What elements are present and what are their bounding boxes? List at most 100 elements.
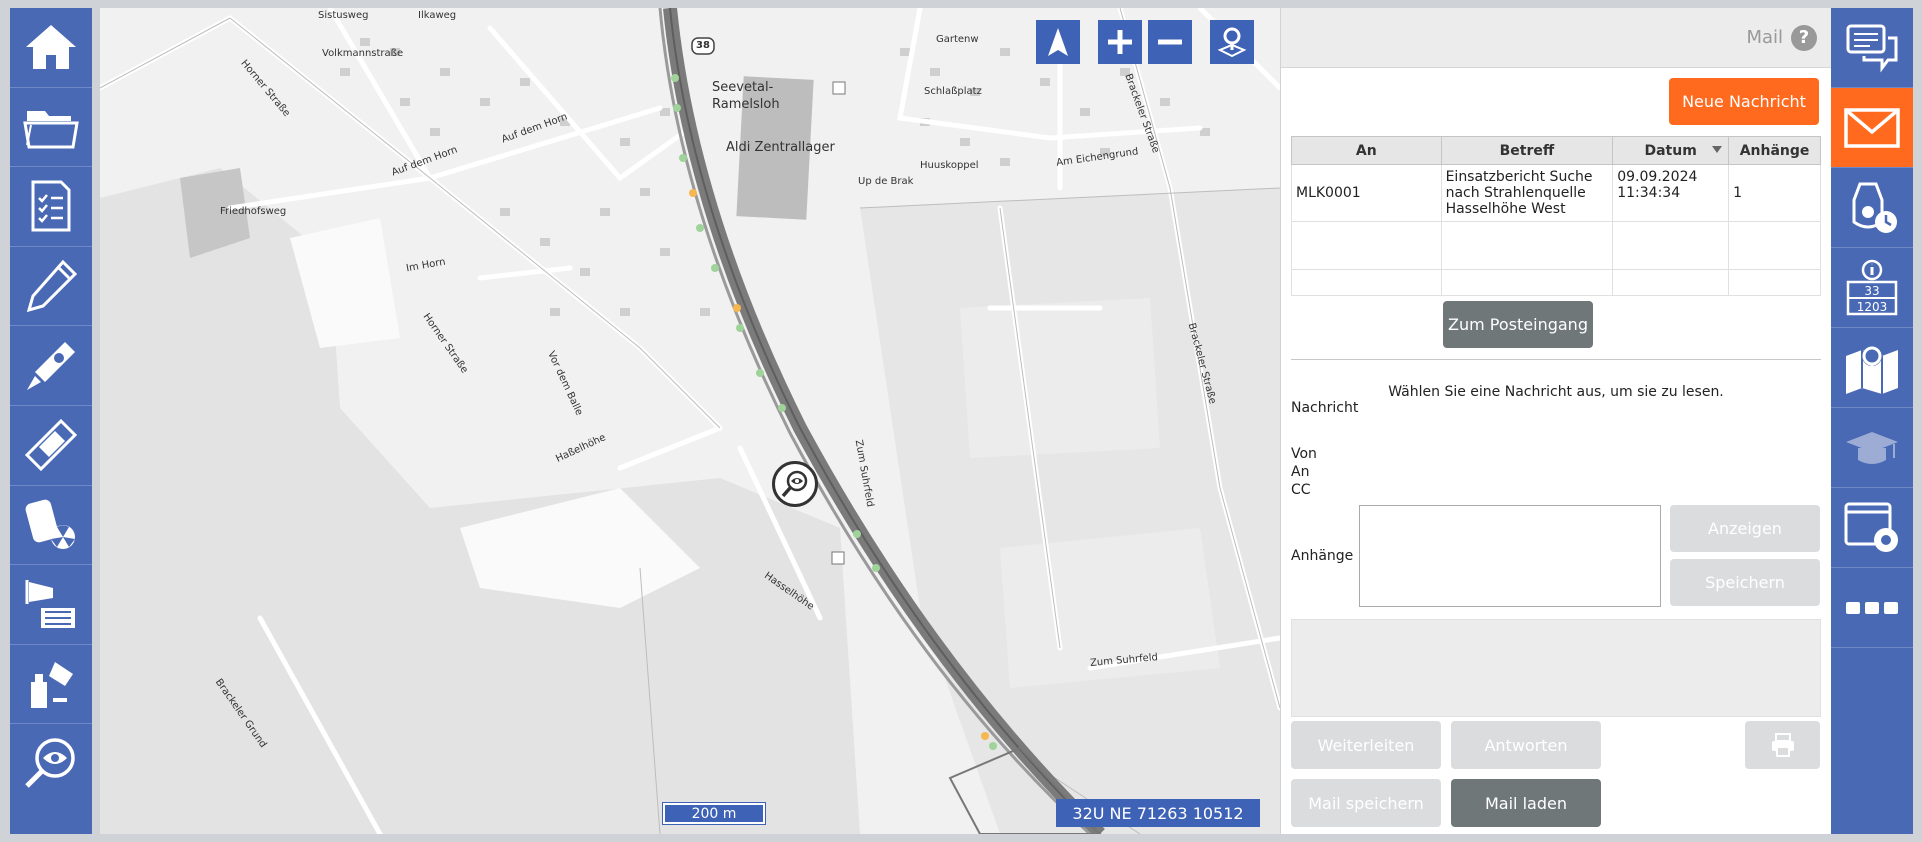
- pen-button[interactable]: [10, 247, 92, 327]
- column-header-label: Datum: [1644, 142, 1697, 159]
- load-mail-button[interactable]: Mail laden: [1451, 779, 1601, 827]
- plus-icon: [1108, 30, 1132, 54]
- graduation-cap-icon: [1846, 431, 1898, 464]
- table-row[interactable]: MLK0001 Einsatzbericht Suche nach Strahl…: [1291, 164, 1821, 222]
- label-von: Von: [1291, 446, 1317, 462]
- folder-icon: [23, 110, 79, 149]
- locate-button[interactable]: [1210, 20, 1254, 64]
- windsock-icon: [25, 580, 75, 629]
- north-arrow-icon: [1048, 28, 1068, 56]
- cell-betreff: Einsatzbericht Suche nach Strahlenquelle…: [1440, 164, 1614, 222]
- forward-button[interactable]: Weiterleiten: [1291, 721, 1441, 769]
- reply-button[interactable]: Antworten: [1451, 721, 1601, 769]
- map-label: Volkmannstraße: [322, 48, 404, 59]
- info-line2: 1203: [1857, 300, 1888, 314]
- label-nachricht: Nachricht: [1291, 400, 1359, 416]
- print-button[interactable]: [1745, 721, 1820, 769]
- sort-desc-icon: [1712, 146, 1723, 153]
- search-button[interactable]: [10, 724, 92, 804]
- minus-icon: [1158, 39, 1182, 45]
- select-message-hint: Wählen Sie eine Nachricht aus, um sie zu…: [1388, 384, 1724, 400]
- search-position-marker[interactable]: [772, 461, 818, 507]
- label-anhaenge: Anhänge: [1291, 548, 1354, 564]
- device-button[interactable]: [10, 406, 92, 486]
- map-label: Schlaßplatz: [924, 86, 982, 97]
- measuring-device-icon: [24, 419, 78, 472]
- map-canvas: [100, 8, 1280, 834]
- mail-table: An Betreff Datum Anhänge MLK0001 Einsatz…: [1291, 136, 1821, 296]
- map-label: 38: [696, 40, 710, 51]
- info-button[interactable]: 33 1203: [1831, 248, 1913, 328]
- zoom-in-button[interactable]: [1098, 20, 1142, 64]
- show-attachment-button[interactable]: Anzeigen: [1670, 505, 1820, 552]
- column-header-an[interactable]: An: [1291, 136, 1442, 165]
- more-dots-icon: [1846, 601, 1898, 614]
- chat-button[interactable]: [1831, 8, 1913, 88]
- chemicals-button[interactable]: [10, 645, 92, 725]
- zoom-out-button[interactable]: [1148, 20, 1192, 64]
- map-label: Friedhofsweg: [220, 206, 287, 217]
- dosimeter-clock-button[interactable]: [1831, 168, 1913, 248]
- north-arrow-button[interactable]: [1036, 20, 1080, 64]
- map-pin-icon: [1217, 27, 1247, 58]
- right-toolbar-spacer: [1831, 648, 1913, 834]
- message-body[interactable]: [1291, 619, 1821, 717]
- settings-button[interactable]: [1831, 488, 1913, 568]
- mail-button[interactable]: [1831, 88, 1913, 168]
- label-an: An: [1291, 464, 1310, 480]
- scale-bar: 200 m: [662, 802, 766, 825]
- folder-button[interactable]: [10, 88, 92, 168]
- coordinate-display: 32U NE 71263 10512: [1056, 799, 1260, 827]
- checklist-button[interactable]: [10, 167, 92, 247]
- app-frame: Sistusweg Ilkaweg Volkmannstraße Seeveta…: [0, 0, 1922, 842]
- save-attachment-button[interactable]: Speichern: [1670, 559, 1820, 606]
- mail-panel: Mail ? Neue Nachricht An Betreff Datum A…: [1281, 8, 1831, 834]
- column-header-anhaenge[interactable]: Anhänge: [1728, 136, 1821, 165]
- map-location-icon: [1846, 345, 1898, 394]
- info-counter-icon: 33 1203: [1846, 259, 1898, 315]
- mail-header: Mail ?: [1281, 8, 1831, 68]
- radiation-icon: [25, 499, 75, 549]
- panel-title: Mail: [1746, 27, 1783, 48]
- weather-button[interactable]: [10, 565, 92, 645]
- map-button[interactable]: [1831, 328, 1913, 408]
- window-gear-icon: [1844, 502, 1898, 552]
- divider: [1291, 359, 1821, 360]
- attachments-list[interactable]: [1359, 505, 1661, 607]
- new-message-button[interactable]: Neue Nachricht: [1669, 78, 1819, 125]
- map-label: Sistusweg: [318, 10, 369, 21]
- map-label: Gartenw: [936, 34, 979, 45]
- map-label: Aldi Zentrallager: [726, 140, 835, 155]
- mask-clock-icon: [1852, 182, 1897, 233]
- right-toolbar: 33 1203: [1831, 8, 1913, 834]
- home-button[interactable]: [10, 8, 92, 88]
- more-button[interactable]: [1831, 568, 1913, 648]
- cell-anhaenge: 1: [1728, 164, 1821, 222]
- cell-datum: 09.09.2024 11:34:34: [1612, 164, 1730, 222]
- label-cc: CC: [1291, 482, 1311, 498]
- radiation-button[interactable]: [10, 486, 92, 566]
- map-label: Up de Brak: [858, 176, 914, 187]
- column-header-datum[interactable]: Datum: [1612, 136, 1730, 165]
- home-icon: [26, 25, 76, 70]
- help-icon[interactable]: ?: [1791, 24, 1817, 51]
- save-mail-button[interactable]: Mail speichern: [1291, 779, 1441, 827]
- magnifier-eye-icon: [25, 738, 75, 788]
- printer-icon: [1771, 733, 1794, 757]
- probe-button[interactable]: [10, 326, 92, 406]
- left-toolbar: [10, 8, 92, 834]
- bottles-icon: [31, 662, 73, 709]
- inbox-button[interactable]: Zum Posteingang: [1443, 301, 1593, 348]
- chat-icon: [1846, 24, 1898, 72]
- column-header-betreff[interactable]: Betreff: [1440, 136, 1614, 165]
- map-label: Ilkaweg: [418, 10, 457, 21]
- table-row-empty: [1291, 269, 1821, 296]
- map-label: Ramelsloh: [712, 97, 780, 112]
- magnifier-eye-icon: [781, 470, 808, 498]
- map-view[interactable]: Sistusweg Ilkaweg Volkmannstraße Seeveta…: [100, 8, 1280, 834]
- checklist-icon: [31, 180, 71, 232]
- pen-icon: [26, 259, 78, 313]
- training-button[interactable]: [1831, 408, 1913, 488]
- info-line1: 33: [1864, 284, 1879, 298]
- table-row-empty: [1291, 221, 1821, 270]
